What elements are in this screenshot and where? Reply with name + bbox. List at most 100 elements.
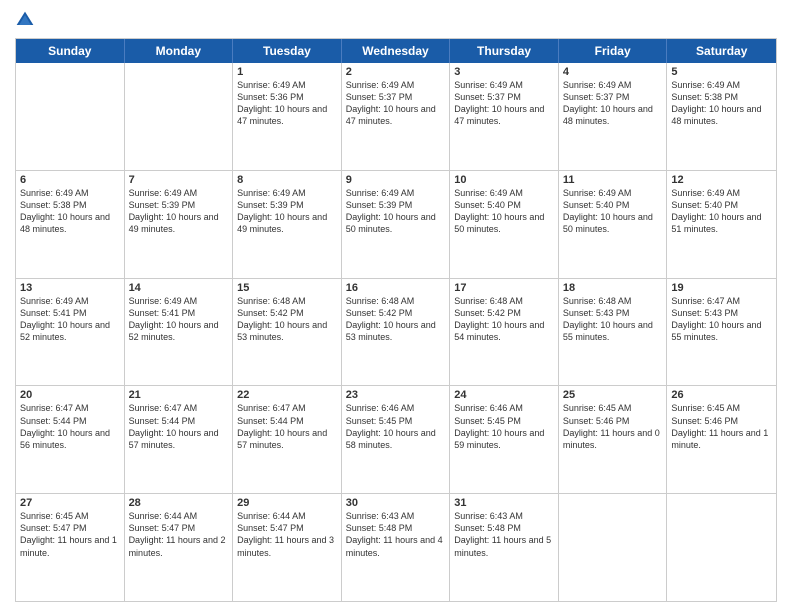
calendar-day-8: 8Sunrise: 6:49 AM Sunset: 5:39 PM Daylig… [233, 171, 342, 278]
cell-text: Sunrise: 6:44 AM Sunset: 5:47 PM Dayligh… [237, 510, 337, 559]
day-number: 29 [237, 497, 337, 509]
day-number: 11 [563, 174, 663, 186]
cell-text: Sunrise: 6:49 AM Sunset: 5:39 PM Dayligh… [237, 187, 337, 236]
day-number: 9 [346, 174, 446, 186]
cell-text: Sunrise: 6:48 AM Sunset: 5:42 PM Dayligh… [454, 295, 554, 344]
cell-text: Sunrise: 6:49 AM Sunset: 5:40 PM Dayligh… [454, 187, 554, 236]
day-number: 18 [563, 282, 663, 294]
calendar-day-12: 12Sunrise: 6:49 AM Sunset: 5:40 PM Dayli… [667, 171, 776, 278]
day-number: 31 [454, 497, 554, 509]
day-number: 25 [563, 389, 663, 401]
day-number: 3 [454, 66, 554, 78]
page: SundayMondayTuesdayWednesdayThursdayFrid… [0, 0, 792, 612]
cell-text: Sunrise: 6:48 AM Sunset: 5:42 PM Dayligh… [237, 295, 337, 344]
calendar-day-4: 4Sunrise: 6:49 AM Sunset: 5:37 PM Daylig… [559, 63, 668, 170]
header-day-saturday: Saturday [667, 39, 776, 63]
day-number: 12 [671, 174, 772, 186]
calendar-day-29: 29Sunrise: 6:44 AM Sunset: 5:47 PM Dayli… [233, 494, 342, 601]
calendar-day-14: 14Sunrise: 6:49 AM Sunset: 5:41 PM Dayli… [125, 279, 234, 386]
day-number: 5 [671, 66, 772, 78]
calendar-day-22: 22Sunrise: 6:47 AM Sunset: 5:44 PM Dayli… [233, 386, 342, 493]
calendar-empty-cell [667, 494, 776, 601]
day-number: 17 [454, 282, 554, 294]
header-day-sunday: Sunday [16, 39, 125, 63]
day-number: 22 [237, 389, 337, 401]
day-number: 19 [671, 282, 772, 294]
header [15, 10, 777, 30]
calendar-body: 1Sunrise: 6:49 AM Sunset: 5:36 PM Daylig… [16, 63, 776, 601]
cell-text: Sunrise: 6:48 AM Sunset: 5:43 PM Dayligh… [563, 295, 663, 344]
calendar-day-10: 10Sunrise: 6:49 AM Sunset: 5:40 PM Dayli… [450, 171, 559, 278]
cell-text: Sunrise: 6:49 AM Sunset: 5:41 PM Dayligh… [129, 295, 229, 344]
cell-text: Sunrise: 6:45 AM Sunset: 5:46 PM Dayligh… [671, 402, 772, 451]
calendar-day-1: 1Sunrise: 6:49 AM Sunset: 5:36 PM Daylig… [233, 63, 342, 170]
cell-text: Sunrise: 6:47 AM Sunset: 5:43 PM Dayligh… [671, 295, 772, 344]
day-number: 20 [20, 389, 120, 401]
header-day-friday: Friday [559, 39, 668, 63]
day-number: 4 [563, 66, 663, 78]
cell-text: Sunrise: 6:49 AM Sunset: 5:40 PM Dayligh… [671, 187, 772, 236]
day-number: 24 [454, 389, 554, 401]
day-number: 23 [346, 389, 446, 401]
cell-text: Sunrise: 6:49 AM Sunset: 5:39 PM Dayligh… [346, 187, 446, 236]
day-number: 16 [346, 282, 446, 294]
calendar: SundayMondayTuesdayWednesdayThursdayFrid… [15, 38, 777, 602]
cell-text: Sunrise: 6:49 AM Sunset: 5:40 PM Dayligh… [563, 187, 663, 236]
cell-text: Sunrise: 6:45 AM Sunset: 5:46 PM Dayligh… [563, 402, 663, 451]
cell-text: Sunrise: 6:44 AM Sunset: 5:47 PM Dayligh… [129, 510, 229, 559]
calendar-empty-cell [125, 63, 234, 170]
cell-text: Sunrise: 6:49 AM Sunset: 5:37 PM Dayligh… [346, 79, 446, 128]
calendar-week-4: 20Sunrise: 6:47 AM Sunset: 5:44 PM Dayli… [16, 386, 776, 494]
cell-text: Sunrise: 6:49 AM Sunset: 5:39 PM Dayligh… [129, 187, 229, 236]
calendar-day-20: 20Sunrise: 6:47 AM Sunset: 5:44 PM Dayli… [16, 386, 125, 493]
calendar-day-21: 21Sunrise: 6:47 AM Sunset: 5:44 PM Dayli… [125, 386, 234, 493]
day-number: 15 [237, 282, 337, 294]
calendar-empty-cell [559, 494, 668, 601]
day-number: 2 [346, 66, 446, 78]
cell-text: Sunrise: 6:47 AM Sunset: 5:44 PM Dayligh… [20, 402, 120, 451]
cell-text: Sunrise: 6:47 AM Sunset: 5:44 PM Dayligh… [129, 402, 229, 451]
calendar-empty-cell [16, 63, 125, 170]
calendar-week-1: 1Sunrise: 6:49 AM Sunset: 5:36 PM Daylig… [16, 63, 776, 171]
calendar-day-3: 3Sunrise: 6:49 AM Sunset: 5:37 PM Daylig… [450, 63, 559, 170]
header-day-tuesday: Tuesday [233, 39, 342, 63]
cell-text: Sunrise: 6:46 AM Sunset: 5:45 PM Dayligh… [454, 402, 554, 451]
calendar-day-30: 30Sunrise: 6:43 AM Sunset: 5:48 PM Dayli… [342, 494, 451, 601]
day-number: 30 [346, 497, 446, 509]
cell-text: Sunrise: 6:43 AM Sunset: 5:48 PM Dayligh… [346, 510, 446, 559]
day-number: 1 [237, 66, 337, 78]
calendar-day-28: 28Sunrise: 6:44 AM Sunset: 5:47 PM Dayli… [125, 494, 234, 601]
day-number: 10 [454, 174, 554, 186]
day-number: 6 [20, 174, 120, 186]
cell-text: Sunrise: 6:49 AM Sunset: 5:38 PM Dayligh… [20, 187, 120, 236]
calendar-week-5: 27Sunrise: 6:45 AM Sunset: 5:47 PM Dayli… [16, 494, 776, 601]
cell-text: Sunrise: 6:49 AM Sunset: 5:37 PM Dayligh… [454, 79, 554, 128]
day-number: 13 [20, 282, 120, 294]
calendar-day-27: 27Sunrise: 6:45 AM Sunset: 5:47 PM Dayli… [16, 494, 125, 601]
day-number: 26 [671, 389, 772, 401]
day-number: 21 [129, 389, 229, 401]
calendar-day-5: 5Sunrise: 6:49 AM Sunset: 5:38 PM Daylig… [667, 63, 776, 170]
cell-text: Sunrise: 6:46 AM Sunset: 5:45 PM Dayligh… [346, 402, 446, 451]
cell-text: Sunrise: 6:49 AM Sunset: 5:38 PM Dayligh… [671, 79, 772, 128]
day-number: 8 [237, 174, 337, 186]
calendar-day-16: 16Sunrise: 6:48 AM Sunset: 5:42 PM Dayli… [342, 279, 451, 386]
cell-text: Sunrise: 6:48 AM Sunset: 5:42 PM Dayligh… [346, 295, 446, 344]
calendar-day-7: 7Sunrise: 6:49 AM Sunset: 5:39 PM Daylig… [125, 171, 234, 278]
calendar-day-19: 19Sunrise: 6:47 AM Sunset: 5:43 PM Dayli… [667, 279, 776, 386]
cell-text: Sunrise: 6:49 AM Sunset: 5:37 PM Dayligh… [563, 79, 663, 128]
calendar-day-6: 6Sunrise: 6:49 AM Sunset: 5:38 PM Daylig… [16, 171, 125, 278]
cell-text: Sunrise: 6:49 AM Sunset: 5:36 PM Dayligh… [237, 79, 337, 128]
calendar-day-23: 23Sunrise: 6:46 AM Sunset: 5:45 PM Dayli… [342, 386, 451, 493]
header-day-thursday: Thursday [450, 39, 559, 63]
header-day-wednesday: Wednesday [342, 39, 451, 63]
header-day-monday: Monday [125, 39, 234, 63]
calendar-header-row: SundayMondayTuesdayWednesdayThursdayFrid… [16, 39, 776, 63]
calendar-day-25: 25Sunrise: 6:45 AM Sunset: 5:46 PM Dayli… [559, 386, 668, 493]
day-number: 27 [20, 497, 120, 509]
calendar-day-17: 17Sunrise: 6:48 AM Sunset: 5:42 PM Dayli… [450, 279, 559, 386]
calendar-day-26: 26Sunrise: 6:45 AM Sunset: 5:46 PM Dayli… [667, 386, 776, 493]
day-number: 14 [129, 282, 229, 294]
cell-text: Sunrise: 6:43 AM Sunset: 5:48 PM Dayligh… [454, 510, 554, 559]
cell-text: Sunrise: 6:49 AM Sunset: 5:41 PM Dayligh… [20, 295, 120, 344]
